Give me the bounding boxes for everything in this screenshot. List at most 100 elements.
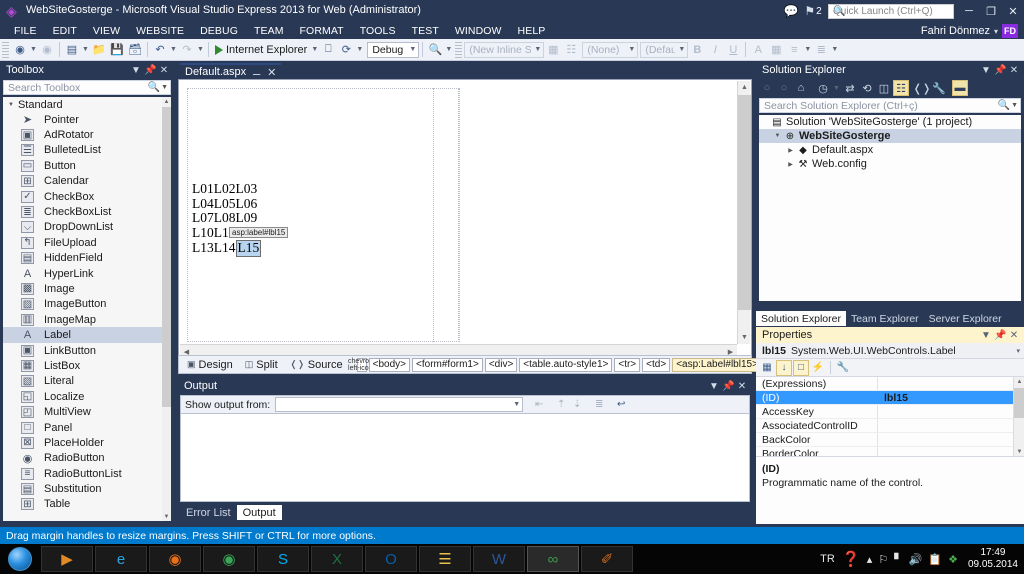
feedback-icon[interactable]: 💬 bbox=[780, 0, 802, 22]
toolbox-item-radiobuttonlist[interactable]: ≡ RadioButtonList bbox=[3, 466, 171, 481]
selected-label-lbl15[interactable]: L15 bbox=[235, 240, 262, 257]
toolbox-item-linkbutton[interactable]: ▣ LinkButton bbox=[3, 343, 171, 358]
tag-scroll-left-button[interactable]: chevron-left-icon bbox=[348, 357, 375, 372]
menu-file[interactable]: FILE bbox=[6, 23, 45, 39]
view-code-icon[interactable]: ❬❭ bbox=[913, 80, 931, 96]
solution-node[interactable]: ▤ Solution 'WebSiteGosterge' (1 project) bbox=[759, 115, 1021, 129]
maximize-button[interactable]: ❐ bbox=[980, 0, 1002, 22]
toolbox-item-label[interactable]: A Label bbox=[3, 327, 171, 343]
start-debugging-button[interactable]: Internet Explorer bbox=[212, 44, 310, 56]
action-center-icon[interactable]: 📋 bbox=[928, 553, 942, 566]
taskbar-excel-icon[interactable]: X bbox=[311, 546, 363, 572]
chevron-down-icon[interactable]: ▾ bbox=[1016, 347, 1020, 355]
toolbox-item-adrotator[interactable]: ▣ AdRotator bbox=[3, 127, 171, 142]
bold-button[interactable]: B bbox=[688, 41, 706, 59]
property-row[interactable]: (ID) lbl15 bbox=[756, 391, 1024, 405]
chevron-down-icon[interactable]: ▼ bbox=[708, 381, 720, 392]
pin-icon[interactable]: 📌 bbox=[144, 65, 156, 76]
toolbox-item-dropdownlist[interactable]: ⌵ DropDownList bbox=[3, 220, 171, 235]
property-row[interactable]: AssociatedControlID bbox=[756, 419, 1024, 433]
show-output-from-select[interactable]: ▼ bbox=[275, 397, 524, 412]
chevron-down-icon[interactable]: ▼ bbox=[355, 41, 364, 59]
navigate-back-icon[interactable]: ◉ bbox=[11, 41, 29, 59]
taskbar-word-icon[interactable]: W bbox=[473, 546, 525, 572]
tab-error-list[interactable]: Error List bbox=[180, 505, 237, 520]
overflow-chevron-icon[interactable]: ▼ bbox=[444, 41, 453, 59]
scrollbar-thumb[interactable] bbox=[738, 95, 751, 310]
toolbox-item-literal[interactable]: ▧ Literal bbox=[3, 374, 171, 389]
pin-icon[interactable]: 📌 bbox=[722, 381, 734, 392]
menu-team[interactable]: TEAM bbox=[246, 23, 292, 39]
chevron-down-icon[interactable]: ▼ bbox=[29, 41, 38, 59]
list-icon[interactable]: ≣ bbox=[812, 41, 830, 59]
web-form-designer[interactable]: L01L02L03 L04L05L06 L07L08L09 L10L11 asp… bbox=[178, 79, 752, 359]
taskbar-skype-icon[interactable]: S bbox=[257, 546, 309, 572]
show-all-files-icon[interactable]: ☷ bbox=[893, 80, 909, 96]
chevron-down-icon[interactable]: ▼ bbox=[310, 41, 319, 59]
pin-icon[interactable]: 📌 bbox=[994, 65, 1006, 76]
underline-button[interactable]: U bbox=[724, 41, 742, 59]
property-value[interactable] bbox=[878, 433, 1024, 446]
chevron-down-icon[interactable]: ▼ bbox=[130, 65, 142, 76]
align-icon[interactable]: ≡ bbox=[785, 41, 803, 59]
toolbox-group-standard[interactable]: ▼ Standard bbox=[3, 97, 171, 112]
menu-website[interactable]: WEBSITE bbox=[128, 23, 192, 39]
toolbox-item-table[interactable]: ⊞ Table bbox=[3, 497, 171, 512]
solution-node[interactable]: ▼ ⊕ WebSiteGosterge bbox=[759, 129, 1021, 143]
menu-debug[interactable]: DEBUG bbox=[192, 23, 246, 39]
designer-vertical-scrollbar[interactable]: ▲ ▼ bbox=[737, 81, 751, 344]
property-value[interactable] bbox=[878, 377, 1024, 390]
network-flag-icon[interactable]: ⚐ bbox=[878, 553, 888, 566]
refresh-icon[interactable]: ⟲ bbox=[859, 80, 875, 96]
property-value[interactable] bbox=[878, 405, 1024, 418]
taskbar-paint-icon[interactable]: ✐ bbox=[581, 546, 633, 572]
chevron-down-icon[interactable]: ▼ bbox=[81, 41, 90, 59]
menu-edit[interactable]: EDIT bbox=[45, 23, 85, 39]
close-icon[interactable]: ✕ bbox=[1008, 65, 1020, 76]
toolbox-item-substitution[interactable]: ▤ Substitution bbox=[3, 481, 171, 496]
label-row-3[interactable]: L07L08L09 bbox=[192, 210, 261, 226]
toolbox-item-checkboxlist[interactable]: ≣ CheckBoxList bbox=[3, 204, 171, 219]
toolbox-item-checkbox[interactable]: ✓ CheckBox bbox=[3, 189, 171, 204]
go-to-previous-icon[interactable]: ⇡ bbox=[553, 397, 569, 413]
toolbox-item-panel[interactable]: □ Panel bbox=[3, 420, 171, 435]
chevron-down-icon[interactable]: ▼ bbox=[803, 41, 812, 59]
tab-output[interactable]: Output bbox=[236, 505, 282, 520]
toolbar-grip[interactable] bbox=[2, 41, 9, 58]
word-wrap-icon[interactable]: ↩ bbox=[613, 397, 629, 413]
view-design-button[interactable]: ▣ Design bbox=[181, 357, 239, 373]
close-icon[interactable]: ✕ bbox=[267, 66, 276, 79]
tag-chip[interactable]: <table.auto-style1> bbox=[519, 357, 613, 372]
view-source-button[interactable]: ❬❭ Source bbox=[284, 357, 349, 373]
properties-icon[interactable]: 🔧 bbox=[931, 80, 947, 96]
tag-chip[interactable]: <asp:Label#lbl15> bbox=[672, 357, 762, 372]
scrollbar-thumb[interactable] bbox=[1014, 388, 1024, 418]
label-row-2[interactable]: L04L05L06 bbox=[192, 196, 261, 212]
chevron-down-icon[interactable]: ▼ bbox=[1011, 102, 1018, 109]
expand-triangle-icon[interactable]: ▼ bbox=[772, 133, 783, 139]
tag-chip[interactable]: <td> bbox=[642, 357, 671, 372]
menu-view[interactable]: VIEW bbox=[85, 23, 128, 39]
properties-scrollbar[interactable]: ▲ ▼ bbox=[1013, 377, 1024, 456]
property-row[interactable]: (Expressions) bbox=[756, 377, 1024, 391]
updates-icon[interactable]: ❖ bbox=[948, 553, 958, 566]
scroll-down-icon[interactable]: ▼ bbox=[1014, 447, 1024, 456]
tab-team-explorer[interactable]: Team Explorer bbox=[846, 311, 924, 326]
chevron-down-icon[interactable]: ▼ bbox=[161, 84, 168, 91]
taskbar-clock[interactable]: 17:49 09.05.2014 bbox=[964, 547, 1018, 571]
property-value[interactable] bbox=[878, 419, 1024, 432]
sync-with-active-document-icon[interactable]: ⇄ bbox=[842, 80, 858, 96]
properties-object-selector[interactable]: lbl15 System.Web.UI.WebControls.Label ▾ bbox=[756, 343, 1024, 359]
background-color-icon[interactable]: ▦ bbox=[767, 41, 785, 59]
toolbox-item-localize[interactable]: ◱ Localize bbox=[3, 389, 171, 404]
toolbox-item-hiddenfield[interactable]: ▤ HiddenField bbox=[3, 251, 171, 266]
solution-explorer-search-input[interactable]: Search Solution Explorer (Ctrl+ç) 🔍 ▼ bbox=[759, 98, 1021, 113]
windows-start-orb[interactable] bbox=[0, 545, 40, 573]
property-value[interactable]: lbl15 bbox=[878, 391, 1024, 404]
close-icon[interactable]: ✕ bbox=[736, 381, 748, 392]
taskbar-firefox-icon[interactable]: ◉ bbox=[149, 546, 201, 572]
design-surface[interactable]: L01L02L03 L04L05L06 L07L08L09 L10L11 asp… bbox=[183, 84, 735, 342]
signal-icon[interactable]: ▘ bbox=[894, 553, 902, 566]
label-row-1[interactable]: L01L02L03 bbox=[192, 181, 261, 197]
pin-icon[interactable]: 📌 bbox=[994, 330, 1006, 341]
